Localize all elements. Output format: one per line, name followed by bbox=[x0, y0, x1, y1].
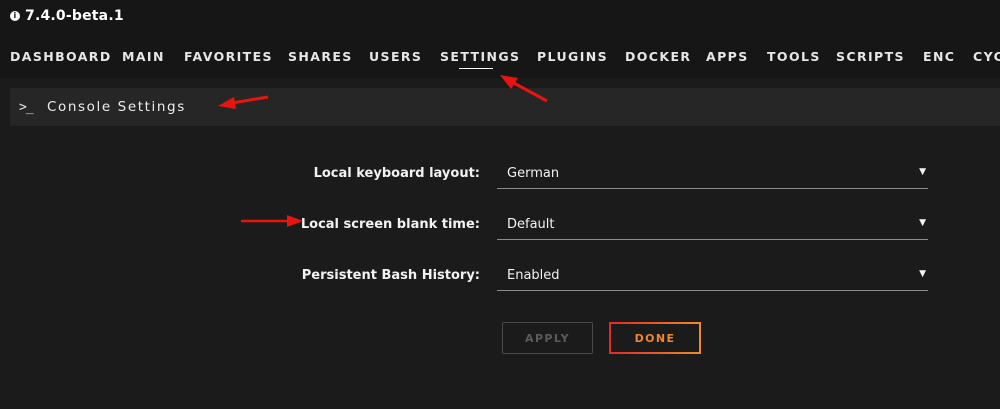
screen-blank-time-select[interactable]: Default ▼ bbox=[497, 211, 928, 240]
bash-history-value: Enabled bbox=[507, 268, 560, 283]
form-row-bash-history: Persistent Bash History: Enabled ▼ bbox=[0, 262, 1000, 292]
nav-item-scripts[interactable]: SCRIPTS bbox=[836, 49, 905, 64]
nav-item-shares[interactable]: SHARES bbox=[288, 49, 353, 64]
nav-item-users[interactable]: USERS bbox=[369, 49, 422, 64]
nav-item-dashboard[interactable]: DASHBOARD bbox=[10, 49, 112, 64]
nav-item-cyc[interactable]: CYC bbox=[973, 49, 1000, 64]
nav-item-docker[interactable]: DOCKER bbox=[625, 49, 691, 64]
keyboard-layout-select[interactable]: German ▼ bbox=[497, 160, 928, 189]
bash-history-label: Persistent Bash History: bbox=[301, 268, 480, 283]
nav-item-settings[interactable]: SETTINGS bbox=[440, 49, 520, 69]
top-bar: i 7.4.0-beta.1 DASHBOARD MAIN FAVORITES … bbox=[0, 0, 1000, 78]
form-row-screen-blank-time: Local screen blank time: Default ▼ bbox=[0, 211, 1000, 241]
nav-item-enc[interactable]: ENC bbox=[923, 49, 955, 64]
section-title: Console Settings bbox=[47, 99, 186, 115]
terminal-icon: >_ bbox=[19, 99, 34, 115]
version-text: 7.4.0-beta.1 bbox=[25, 8, 124, 24]
info-icon: i bbox=[10, 11, 20, 21]
console-settings-page: i 7.4.0-beta.1 DASHBOARD MAIN FAVORITES … bbox=[0, 0, 1000, 409]
section-header: >_ Console Settings bbox=[10, 88, 1000, 126]
chevron-down-icon: ▼ bbox=[919, 167, 926, 177]
chevron-down-icon: ▼ bbox=[919, 269, 926, 279]
screen-blank-time-label: Local screen blank time: bbox=[300, 217, 480, 232]
main-nav: DASHBOARD MAIN FAVORITES SHARES USERS SE… bbox=[0, 47, 1000, 69]
keyboard-layout-label: Local keyboard layout: bbox=[313, 166, 480, 181]
nav-item-apps[interactable]: APPS bbox=[706, 49, 749, 64]
chevron-down-icon: ▼ bbox=[919, 218, 926, 228]
nav-item-main[interactable]: MAIN bbox=[122, 49, 165, 64]
apply-button[interactable]: APPLY bbox=[502, 322, 593, 354]
form-row-keyboard-layout: Local keyboard layout: German ▼ bbox=[0, 160, 1000, 190]
nav-item-tools[interactable]: TOOLS bbox=[767, 49, 821, 64]
bash-history-select[interactable]: Enabled ▼ bbox=[497, 262, 928, 291]
nav-item-favorites[interactable]: FAVORITES bbox=[184, 49, 273, 64]
screen-blank-time-value: Default bbox=[507, 217, 555, 232]
done-button[interactable]: DONE bbox=[609, 322, 701, 354]
keyboard-layout-value: German bbox=[507, 166, 560, 181]
nav-item-plugins[interactable]: PLUGINS bbox=[537, 49, 608, 64]
version-label[interactable]: i 7.4.0-beta.1 bbox=[10, 8, 124, 24]
